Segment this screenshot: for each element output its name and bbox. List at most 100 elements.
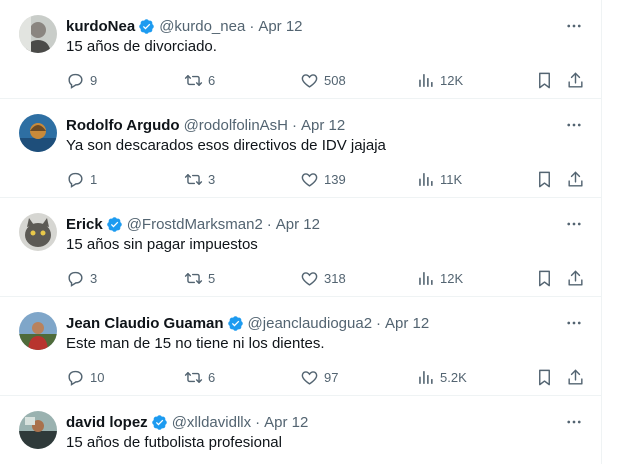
author-name[interactable]: david lopez — [66, 414, 148, 431]
reply-button[interactable]: 9 — [66, 68, 97, 92]
author-handle[interactable]: @FrostdMarksman2 — [127, 216, 263, 233]
like-count: 139 — [324, 171, 346, 187]
reply-count: 9 — [90, 72, 98, 88]
retweet-button[interactable]: 3 — [184, 167, 215, 191]
reply-count: 1 — [90, 171, 98, 187]
avatar[interactable] — [19, 411, 57, 449]
verified-icon — [227, 315, 243, 331]
views-button[interactable]: 12K — [416, 68, 463, 92]
more-icon[interactable] — [562, 212, 586, 236]
bookmark-button[interactable] — [535, 167, 554, 191]
author-name[interactable]: Rodolfo Argudo — [66, 117, 180, 134]
separator-dot: · — [255, 413, 261, 431]
like-button[interactable]: 318 — [300, 266, 346, 290]
tweet-date[interactable]: Apr 12 — [385, 315, 429, 332]
more-icon[interactable] — [562, 410, 586, 434]
author-handle[interactable]: @kurdo_nea — [159, 18, 245, 35]
tweet[interactable]: Erick @FrostdMarksman2 · Apr 12 15 años … — [0, 198, 602, 297]
like-icon — [301, 271, 318, 286]
views-count: 5.2K — [440, 369, 467, 385]
reply-button[interactable]: 10 — [66, 365, 104, 389]
like-count: 318 — [324, 270, 346, 286]
tweet-feed: kurdoNea @kurdo_nea · Apr 12 15 años de … — [0, 0, 602, 464]
share-button[interactable] — [566, 68, 585, 92]
more-icon[interactable] — [562, 113, 586, 137]
like-icon — [301, 73, 318, 88]
tweet[interactable]: kurdoNea @kurdo_nea · Apr 12 15 años de … — [0, 0, 602, 99]
tweet-header: Rodolfo Argudo @rodolfolinAsH · Apr 12 — [66, 115, 345, 135]
views-button[interactable]: 5.2K — [416, 365, 467, 389]
tweet-text: 15 años sin pagar impuestos — [66, 236, 258, 253]
tweet-text: 15 años de divorciado. — [66, 38, 217, 55]
author-name[interactable]: Jean Claudio Guaman — [66, 315, 224, 332]
like-count: 97 — [324, 369, 339, 385]
reply-icon — [68, 370, 83, 386]
bookmark-button[interactable] — [535, 266, 554, 290]
tweet[interactable]: Rodolfo Argudo @rodolfolinAsH · Apr 12 Y… — [0, 99, 602, 198]
author-name[interactable]: Erick — [66, 216, 103, 233]
share-icon — [568, 171, 583, 187]
reply-button[interactable]: 1 — [66, 167, 97, 191]
avatar[interactable] — [19, 213, 57, 251]
views-button[interactable]: 12K — [416, 266, 463, 290]
tweet[interactable]: Jean Claudio Guaman @jeanclaudiogua2 · A… — [0, 297, 602, 396]
retweet-count: 5 — [208, 270, 216, 286]
retweet-button[interactable]: 5 — [184, 266, 215, 290]
more-icon[interactable] — [562, 311, 586, 335]
reply-icon — [68, 172, 83, 188]
more-icon[interactable] — [562, 14, 586, 38]
tweet-actions: 3 5 318 12K — [0, 266, 602, 290]
share-icon — [568, 270, 583, 286]
retweet-count: 6 — [208, 72, 216, 88]
tweet-text: Este man de 15 no tiene ni los dientes. — [66, 335, 325, 352]
tweet[interactable]: david lopez @xlldavidllx · Apr 12 15 año… — [0, 396, 602, 464]
separator-dot: · — [376, 314, 382, 332]
views-icon — [419, 172, 433, 186]
tweet-date[interactable]: Apr 12 — [276, 216, 320, 233]
avatar[interactable] — [19, 114, 57, 152]
reply-button[interactable]: 3 — [66, 266, 97, 290]
tweet-header: david lopez @xlldavidllx · Apr 12 — [66, 412, 308, 432]
tweet-date[interactable]: Apr 12 — [264, 414, 308, 431]
like-button[interactable]: 508 — [300, 68, 346, 92]
bookmark-button[interactable] — [535, 68, 554, 92]
avatar[interactable] — [19, 15, 57, 53]
author-handle[interactable]: @jeanclaudiogua2 — [248, 315, 373, 332]
separator-dot: · — [266, 215, 272, 233]
views-button[interactable]: 11K — [416, 167, 462, 191]
like-button[interactable]: 139 — [300, 167, 346, 191]
retweet-icon — [184, 272, 203, 284]
tweet-text: 15 años de futbolista profesional — [66, 434, 282, 451]
retweet-button[interactable]: 6 — [184, 365, 215, 389]
like-count: 508 — [324, 72, 346, 88]
bookmark-icon — [539, 369, 550, 385]
retweet-button[interactable]: 6 — [184, 68, 215, 92]
tweet-date[interactable]: Apr 12 — [301, 117, 345, 134]
bookmark-button[interactable] — [535, 365, 554, 389]
author-handle[interactable]: @rodolfolinAsH — [184, 117, 288, 134]
tweet-actions: 9 6 508 12K — [0, 68, 602, 92]
author-handle[interactable]: @xlldavidllx — [172, 414, 251, 431]
avatar[interactable] — [19, 312, 57, 350]
tweet-actions: 1 3 139 11K — [0, 167, 602, 191]
author-name[interactable]: kurdoNea — [66, 18, 135, 35]
views-icon — [419, 73, 433, 87]
separator-dot: · — [292, 116, 298, 134]
bookmark-icon — [539, 171, 550, 187]
tweet-header: Jean Claudio Guaman @jeanclaudiogua2 · A… — [66, 313, 429, 333]
share-button[interactable] — [566, 266, 585, 290]
verified-icon — [106, 216, 122, 232]
separator-dot: · — [249, 17, 255, 35]
tweet-header: Erick @FrostdMarksman2 · Apr 12 — [66, 214, 320, 234]
views-icon — [419, 370, 433, 384]
share-button[interactable] — [566, 167, 585, 191]
share-icon — [568, 72, 583, 88]
tweet-date[interactable]: Apr 12 — [258, 18, 302, 35]
share-button[interactable] — [566, 365, 585, 389]
retweet-count: 6 — [208, 369, 216, 385]
like-button[interactable]: 97 — [300, 365, 338, 389]
retweet-icon — [184, 74, 203, 86]
verified-icon — [139, 18, 154, 34]
reply-icon — [68, 271, 83, 287]
share-icon — [568, 369, 583, 385]
